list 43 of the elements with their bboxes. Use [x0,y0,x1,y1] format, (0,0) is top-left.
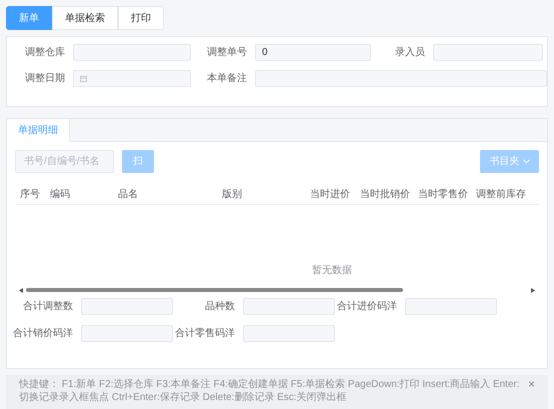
input-field[interactable] [81,325,173,342]
left-arrow-icon [19,288,23,292]
field-label: 录入员 [394,46,425,60]
calendar-icon [80,75,87,82]
field-label: 本单备注 [206,72,247,86]
chevron-down-icon [522,159,530,164]
column-header: 当时批销价 [360,189,410,200]
input-field[interactable] [433,44,543,61]
tab[interactable]: 单据检索 [52,6,118,30]
field-label: 合计零售码洋 [174,326,235,341]
close-button[interactable]: × [528,378,535,391]
date-field[interactable] [73,70,191,87]
field-label: 调整单号 [206,46,247,60]
column-header: 当时进价 [310,189,350,200]
tab[interactable]: 单据明细 [7,119,70,142]
input-field[interactable] [73,44,191,61]
field-label: 合计销价码洋 [12,326,73,341]
column-header: 品名 [118,189,138,200]
input-field[interactable] [405,298,497,315]
column-header: 编码 [50,189,70,200]
field-label: 品种数 [204,300,235,314]
column-header: 调整前库存 [476,189,526,200]
scan-button[interactable]: 扫 [122,150,154,173]
input-field[interactable] [243,298,335,315]
input-field[interactable] [81,298,173,315]
input-field[interactable]: 0 [255,44,371,61]
tab[interactable]: 新单 [6,6,52,30]
shortcut-text: 快捷键： F1:新单 F2:选择仓库 F3:本单备注 F4:确定创建单据 F5:单据检索 PageDown:打印 Insert:商品输入 Enter:切换记录录入框焦点 Ctrl+Enter:保存记录 Delete:删除记录 Esc:关闭弹出框 [19,378,521,404]
right-arrow-icon [531,288,535,292]
input-field[interactable] [255,70,547,87]
input-field[interactable] [243,325,335,342]
column-header: 序号 [20,189,40,200]
search-field[interactable]: 书号/自编号/书名 [15,150,114,173]
column-header: 当时零售价 [418,189,468,200]
field-label: 调整日期 [24,72,65,86]
empty-message: 暂无数据 [312,264,352,278]
horizontal-scrollbar[interactable] [19,286,535,294]
catalog-dropdown-button[interactable]: 书目夹 [480,150,539,173]
column-header: 版别 [222,189,242,200]
field-label: 合计调整数 [22,300,73,314]
tab[interactable]: 打印 [118,6,164,30]
field-label: 调整仓库 [24,46,65,60]
field-label: 合计进价码洋 [336,300,397,314]
